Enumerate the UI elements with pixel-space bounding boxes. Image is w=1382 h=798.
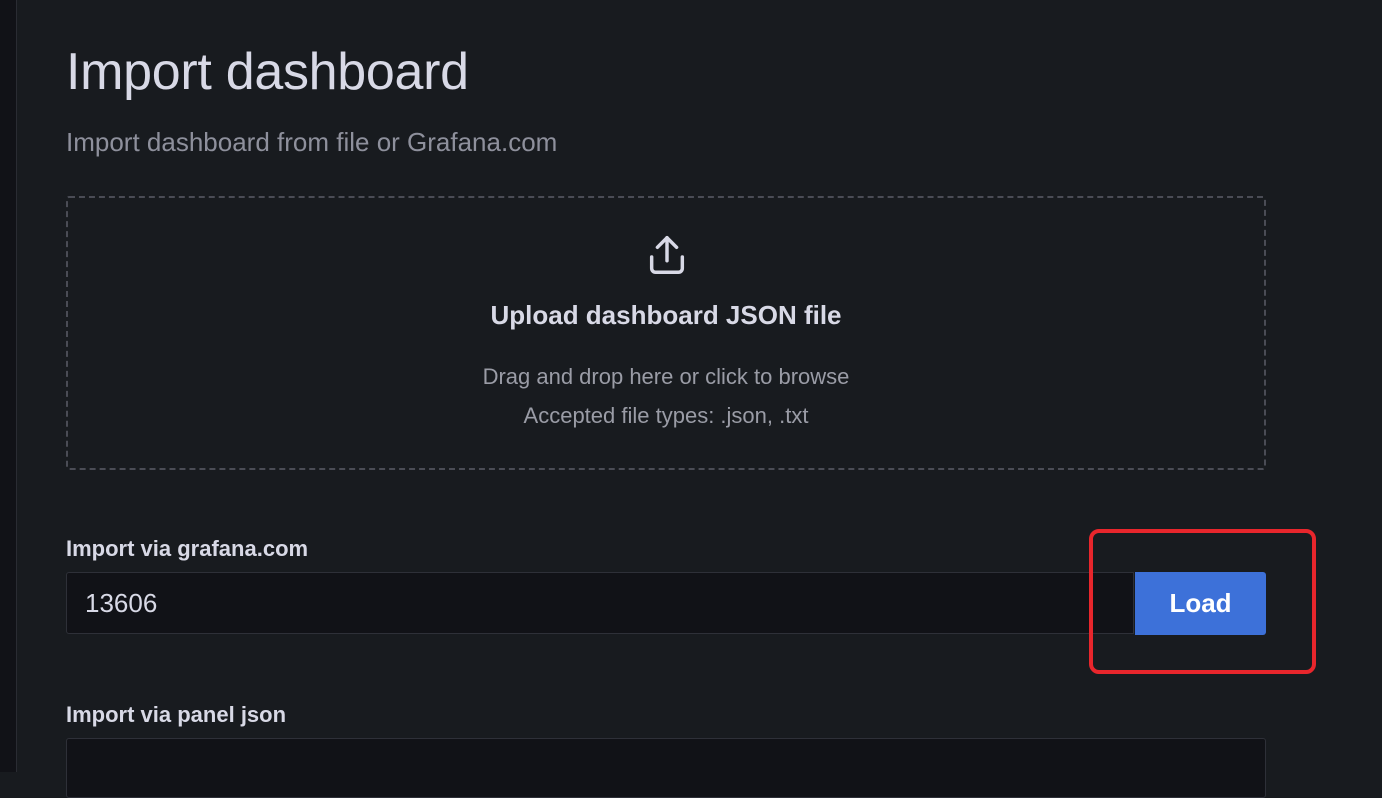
page-title: Import dashboard xyxy=(66,43,469,101)
upload-dropzone[interactable]: Upload dashboard JSON file Drag and drop… xyxy=(66,196,1266,470)
load-button[interactable]: Load xyxy=(1135,572,1266,635)
upload-title: Upload dashboard JSON file xyxy=(490,300,842,330)
page-subtitle: Import dashboard from file or Grafana.co… xyxy=(66,127,558,157)
upload-hint: Drag and drop here or click to browse xyxy=(482,364,850,389)
upload-icon xyxy=(649,236,685,274)
left-nav-rail xyxy=(0,0,17,772)
grafana-com-label: Import via grafana.com xyxy=(66,536,309,561)
grafana-com-id-input[interactable] xyxy=(66,572,1134,634)
panel-json-textarea[interactable] xyxy=(66,738,1266,798)
panel-json-label: Import via panel json xyxy=(66,702,287,727)
accepted-file-types: Accepted file types: .json, .txt xyxy=(523,403,809,428)
